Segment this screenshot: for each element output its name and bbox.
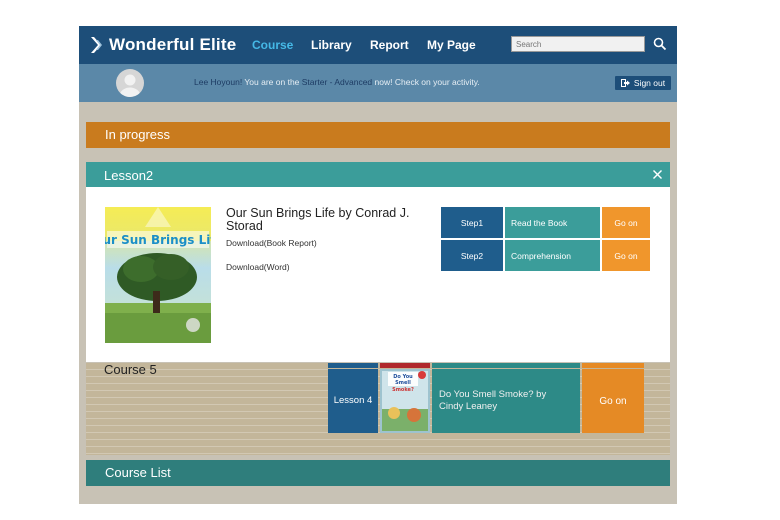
book-cover-image: Our Sun Brings Life (105, 207, 211, 343)
lesson-label: Lesson 4 (328, 369, 378, 433)
search-icon[interactable] (653, 37, 667, 51)
in-progress-header: In progress (86, 122, 670, 148)
modal-title: Lesson2 (104, 168, 154, 183)
brand-logo[interactable]: Wonderful Elite (89, 34, 236, 56)
row-edge-strip (582, 363, 644, 368)
sign-out-button[interactable]: Sign out (615, 76, 671, 90)
close-icon[interactable] (652, 169, 663, 180)
step-go-on-button[interactable]: Go on (602, 207, 650, 238)
user-silhouette-icon (120, 74, 140, 97)
book-cover-title: Our Sun Brings Life (105, 233, 211, 247)
step-label: Step1 (441, 207, 503, 238)
step-name: Read the Book (505, 207, 600, 238)
row-edge-strip (328, 363, 378, 368)
lesson-title: Do You Smell Smoke? by Cindy Leaney (432, 369, 580, 433)
nav-library[interactable]: Library (311, 38, 352, 52)
status-text-before: You are on the (242, 77, 302, 87)
book-thumbnail-image: Do You Smell Smoke? (380, 369, 430, 433)
avatar[interactable] (116, 69, 144, 97)
brand-name: Wonderful Elite (109, 35, 237, 54)
sign-out-icon (620, 79, 630, 87)
lesson-thumbnail[interactable]: Do You Smell Smoke? (380, 369, 430, 433)
course-list-header: Course List (86, 460, 670, 486)
download-word-link[interactable]: Download(Word) (226, 262, 290, 272)
course-title: Course 5 (104, 362, 157, 377)
svg-text:Smoke?: Smoke? (392, 387, 414, 393)
brand-arrows-icon (91, 37, 102, 53)
book-cover: Our Sun Brings Life (105, 207, 211, 343)
step-label: Step2 (441, 240, 503, 271)
search-input[interactable] (511, 36, 645, 52)
download-book-report-link[interactable]: Download(Book Report) (226, 238, 317, 248)
nav-course[interactable]: Course (252, 38, 293, 52)
top-navigation: Wonderful Elite Course Library Report My… (79, 26, 677, 64)
modal-header: Lesson2 (86, 162, 670, 187)
row-edge-strip (432, 363, 580, 368)
nav-report[interactable]: Report (370, 38, 409, 52)
step-go-on-button[interactable]: Go on (602, 240, 650, 271)
row-edge-strip (380, 363, 430, 368)
step-name: Comprehension (505, 240, 600, 271)
go-on-button[interactable]: Go on (582, 369, 644, 433)
status-text-after: now! Check on your activity. (372, 77, 480, 87)
svg-text:Smell: Smell (395, 380, 411, 386)
nav-my-page[interactable]: My Page (427, 38, 476, 52)
book-title: Our Sun Brings Life by Conrad J. Storad (226, 206, 410, 233)
lesson-modal: Lesson2 ur Sun Brings Li Our Sun Brings … (86, 162, 670, 362)
user-status-message: Lee Hoyoun! You are on the Starter - Adv… (194, 77, 480, 87)
sign-out-label: Sign out (633, 78, 666, 88)
app-window: Wonderful Elite Course Library Report My… (79, 26, 677, 504)
user-name[interactable]: Lee Hoyoun! (194, 77, 242, 87)
user-level[interactable]: Starter - Advanced (302, 77, 372, 87)
user-bar: Lee Hoyoun! You are on the Starter - Adv… (79, 64, 677, 102)
